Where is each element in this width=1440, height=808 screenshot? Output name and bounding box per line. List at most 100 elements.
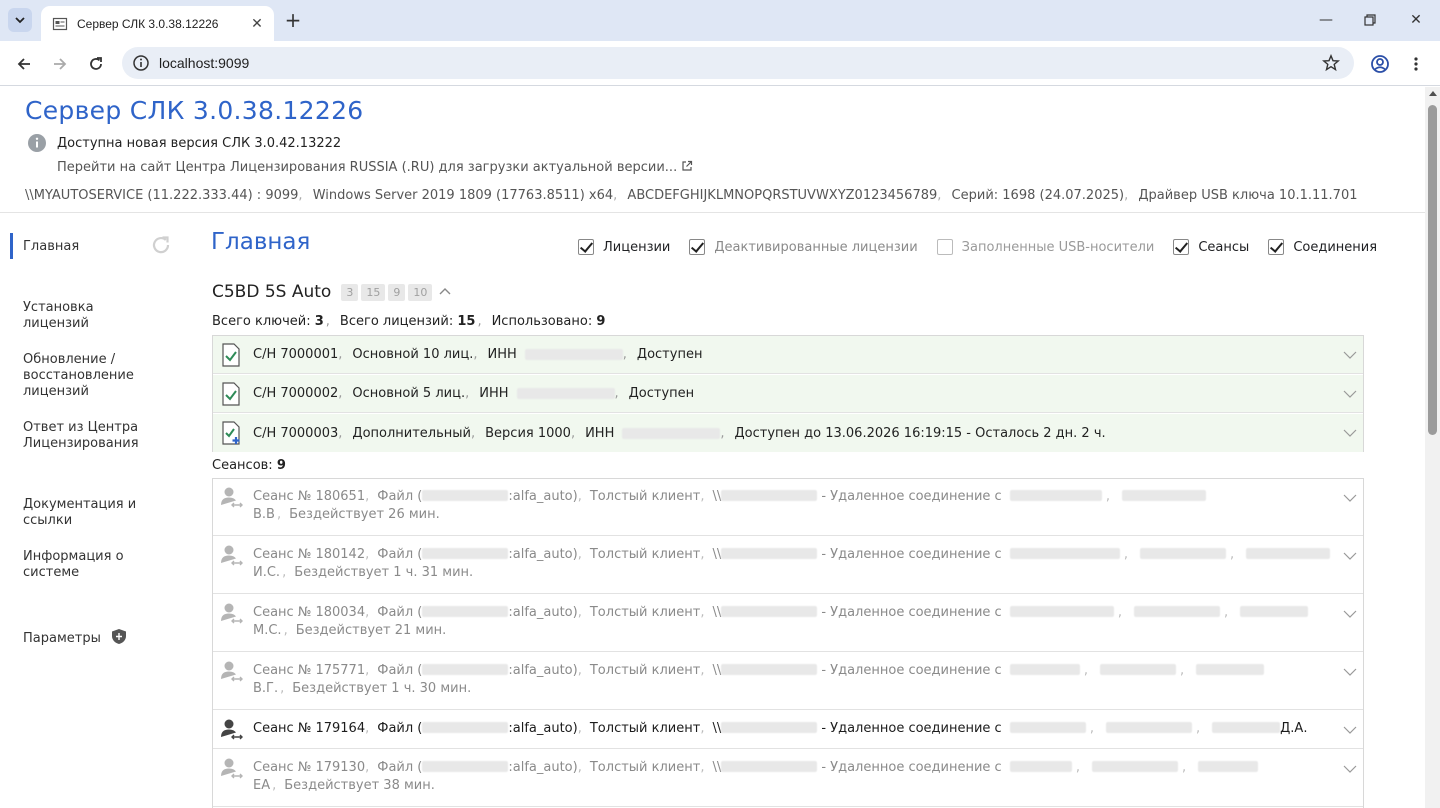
sessions-label: Сеансов: xyxy=(212,458,273,473)
license-type: Основной 10 лиц. xyxy=(352,347,474,362)
redacted-value xyxy=(1009,606,1114,617)
chevron-down-icon[interactable] xyxy=(1343,549,1357,563)
sysinfo-id: ABCDEFGHIJKLMNOPQRSTUVWXYZ0123456789 xyxy=(627,188,938,203)
filter-sessions[interactable]: Сеансы xyxy=(1173,239,1249,255)
sidebar-item-sysinfo[interactable]: Информация о системе xyxy=(23,549,148,581)
sidebar-item-docs[interactable]: Документация и ссылки xyxy=(23,497,148,529)
redacted-inn xyxy=(622,427,721,439)
update-link-text[interactable]: Перейти на сайт Центра Лицензирования RU… xyxy=(57,160,677,175)
settings-label[interactable]: Параметры xyxy=(23,631,101,646)
page-scrollbar[interactable] xyxy=(1425,87,1440,808)
session-row[interactable]: Сеанс № 180651, Файл (:alfa_auto), Толстый… xyxy=(213,479,1363,536)
restore-button[interactable] xyxy=(1352,6,1388,34)
url-text[interactable]: localhost:9099 xyxy=(159,55,249,71)
tab-search-button[interactable] xyxy=(8,8,32,32)
license-row[interactable]: С/Н 7000003, Дополнительный, Версия 1000… xyxy=(213,414,1363,452)
sidebar-item-settings[interactable]: Параметры xyxy=(23,628,127,647)
session-file-suffix: :alfa_auto) xyxy=(508,605,578,620)
session-row[interactable]: Сеанс № 180142, Файл (:alfa_auto), Толстый… xyxy=(213,537,1363,594)
site-info-icon[interactable] xyxy=(132,54,150,72)
filter-label: Деактивированные лицензии xyxy=(714,239,918,255)
chevron-down-icon[interactable] xyxy=(1343,387,1357,401)
browser-tab[interactable]: Сервер СЛК 3.0.38.12226 ✕ xyxy=(41,6,274,41)
session-remote: - Удаленное соединение с xyxy=(821,760,1002,775)
minimize-button[interactable]: — xyxy=(1308,6,1344,34)
redacted-value xyxy=(1198,761,1259,772)
profile-button[interactable] xyxy=(1370,54,1390,74)
sidebar: Главная Установка лицензий Обновление / … xyxy=(0,213,190,808)
forward-button[interactable] xyxy=(46,50,74,78)
used-badge: 9 xyxy=(388,283,406,301)
scrollbar-thumb[interactable] xyxy=(1428,105,1437,435)
chevron-up-icon[interactable] xyxy=(438,285,452,299)
redacted-value xyxy=(721,606,818,617)
refresh-icon[interactable] xyxy=(150,234,172,256)
sidebar-item-home[interactable]: Главная xyxy=(23,239,79,255)
chevron-down-icon[interactable] xyxy=(1343,723,1357,737)
session-row[interactable]: Сеанс № 179164, Файл (:alfa_auto), Толстый… xyxy=(213,711,1363,749)
filter-connections[interactable]: Соединения xyxy=(1268,239,1377,255)
browser-tab-strip: Сервер СЛК 3.0.38.12226 ✕ + — ✕ xyxy=(0,0,1440,41)
back-button[interactable] xyxy=(10,50,38,78)
redacted-value xyxy=(721,722,818,733)
sidebar-item-response[interactable]: Ответ из Центра Лицензирования xyxy=(23,420,153,452)
session-client: Толстый клиент xyxy=(589,721,701,736)
header-divider xyxy=(0,212,1425,213)
license-row[interactable]: С/Н 7000002, Основной 5 лиц., ИНН, Досту… xyxy=(213,375,1363,413)
browser-menu-button[interactable] xyxy=(1406,54,1426,74)
chevron-down-icon[interactable] xyxy=(1343,607,1357,621)
session-text: Сеанс № 180651, Файл (:alfa_auto), Толстый… xyxy=(253,488,1333,524)
chevron-down-icon[interactable] xyxy=(1343,762,1357,776)
redacted-value xyxy=(422,490,509,501)
session-row[interactable]: Сеанс № 179130, Файл (:alfa_auto), Толстый… xyxy=(213,750,1363,807)
checkbox-connections[interactable] xyxy=(1268,239,1285,255)
redacted-value xyxy=(721,664,818,675)
session-host-prefix: \\ xyxy=(712,489,722,504)
license-serial: С/Н 7000002 xyxy=(253,386,339,401)
chevron-down-icon[interactable] xyxy=(1343,491,1357,505)
active-indicator xyxy=(10,233,13,259)
session-idle: Бездействует 26 мин. xyxy=(289,507,440,522)
checkbox-deactivated[interactable] xyxy=(689,239,706,255)
filter-label: Заполненные USB-носители xyxy=(961,239,1155,255)
close-window-button[interactable]: ✕ xyxy=(1398,6,1434,34)
checkbox-sessions[interactable] xyxy=(1173,239,1190,255)
restore-icon xyxy=(1364,14,1376,26)
sidebar-item-update[interactable]: Обновление / восстановление лицензий xyxy=(23,352,143,400)
bookmark-star-icon[interactable] xyxy=(1322,54,1340,72)
session-user: М.С. xyxy=(253,623,282,638)
reload-button[interactable] xyxy=(82,50,110,78)
redacted-value xyxy=(1134,606,1220,617)
licenses-badge: 15 xyxy=(361,283,386,301)
sidebar-item-install[interactable]: Установка лицензий xyxy=(23,300,143,332)
session-file-prefix: Файл ( xyxy=(377,547,423,562)
license-status: Доступен xyxy=(628,386,695,401)
product-header[interactable]: C5BD 5S Auto 3 15 9 10 xyxy=(212,282,452,302)
scroll-up-arrow-icon[interactable] xyxy=(1429,91,1437,96)
session-row[interactable]: Сеанс № 175771, Файл (:alfa_auto), Толстый… xyxy=(213,653,1363,710)
user-session-icon xyxy=(221,487,243,508)
address-bar[interactable]: localhost:9099 xyxy=(122,47,1354,79)
session-file-suffix: :alfa_auto) xyxy=(508,547,578,562)
filter-usb[interactable]: Заполненные USB-носители xyxy=(936,239,1155,255)
new-tab-button[interactable]: + xyxy=(283,9,303,31)
chevron-down-icon[interactable] xyxy=(1343,426,1357,440)
session-id: Сеанс № 179164 xyxy=(253,721,366,736)
filter-licenses[interactable]: Лицензии xyxy=(578,239,670,255)
chevron-down-icon[interactable] xyxy=(1343,665,1357,679)
session-host-prefix: \\ xyxy=(712,547,722,562)
session-list: Сеанс № 180651, Файл (:alfa_auto), Толстый… xyxy=(212,478,1364,808)
chevron-down-icon[interactable] xyxy=(1343,348,1357,362)
checkbox-licenses[interactable] xyxy=(578,239,594,255)
redacted-value xyxy=(422,722,509,733)
update-download-link[interactable]: Перейти на сайт Центра Лицензирования RU… xyxy=(57,160,693,175)
license-row[interactable]: С/Н 7000001, Основной 10 лиц., ИНН, Дост… xyxy=(213,336,1363,374)
filter-deactivated[interactable]: Деактивированные лицензии xyxy=(689,239,918,255)
checkbox-usb[interactable] xyxy=(936,239,953,255)
session-row[interactable]: Сеанс № 180034, Файл (:alfa_auto), Толстый… xyxy=(213,595,1363,652)
profile-icon xyxy=(1371,55,1389,73)
tab-close-icon[interactable]: ✕ xyxy=(248,15,266,33)
session-file-suffix: :alfa_auto) xyxy=(508,721,578,736)
session-client: Толстый клиент xyxy=(589,547,701,562)
licenses-label: Всего лицензий: xyxy=(339,314,454,329)
